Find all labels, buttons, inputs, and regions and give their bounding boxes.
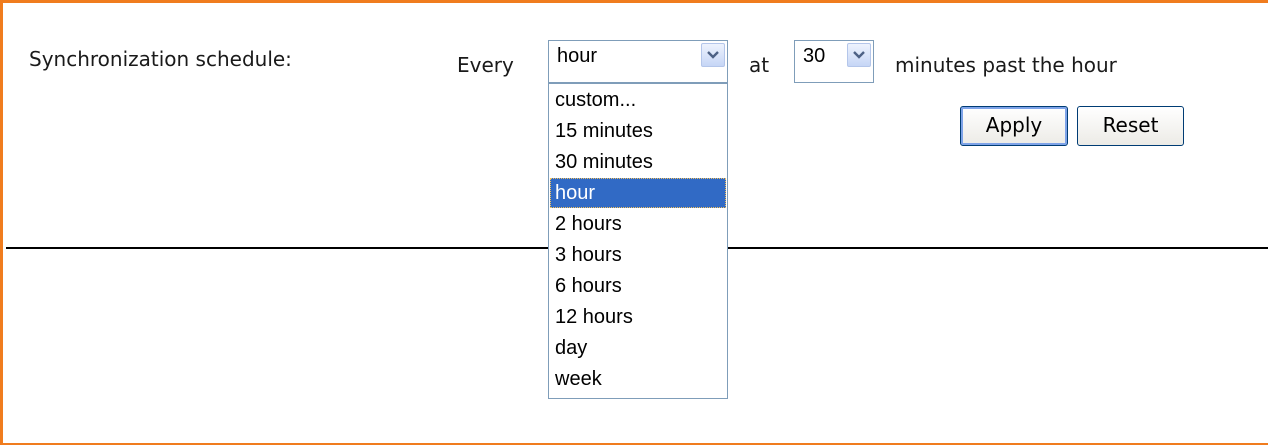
every-label: Every bbox=[457, 53, 514, 77]
minutes-dropdown-button[interactable] bbox=[847, 43, 871, 67]
interval-option[interactable]: 12 hours bbox=[550, 302, 726, 332]
interval-option[interactable]: 6 hours bbox=[550, 271, 726, 301]
sync-schedule-label: Synchronization schedule: bbox=[29, 47, 292, 71]
interval-dropdown-button[interactable] bbox=[701, 43, 725, 67]
interval-option[interactable]: 30 minutes bbox=[550, 147, 726, 177]
interval-option[interactable]: 3 hours bbox=[550, 240, 726, 270]
at-label: at bbox=[749, 53, 770, 77]
minutes-past-label: minutes past the hour bbox=[895, 53, 1117, 77]
minutes-select-value: 30 bbox=[803, 45, 826, 67]
settings-panel: Synchronization schedule: Every hour at … bbox=[0, 0, 1268, 445]
minutes-select[interactable]: 30 bbox=[794, 40, 874, 83]
interval-option[interactable]: day bbox=[550, 333, 726, 363]
interval-select-value: hour bbox=[557, 45, 598, 67]
interval-option[interactable]: week bbox=[550, 364, 726, 394]
apply-button[interactable]: Apply bbox=[960, 106, 1068, 146]
interval-option[interactable]: 15 minutes bbox=[550, 116, 726, 146]
interval-select[interactable]: hour bbox=[548, 40, 728, 83]
chevron-down-icon bbox=[853, 51, 865, 59]
interval-option[interactable]: custom... bbox=[550, 85, 726, 115]
reset-button[interactable]: Reset bbox=[1077, 106, 1184, 146]
interval-option[interactable]: 2 hours bbox=[550, 209, 726, 239]
interval-dropdown-list[interactable]: custom... 15 minutes 30 minutes hour 2 hours… bbox=[548, 83, 728, 399]
chevron-down-icon bbox=[707, 51, 719, 59]
interval-option[interactable]: hour bbox=[550, 178, 726, 208]
